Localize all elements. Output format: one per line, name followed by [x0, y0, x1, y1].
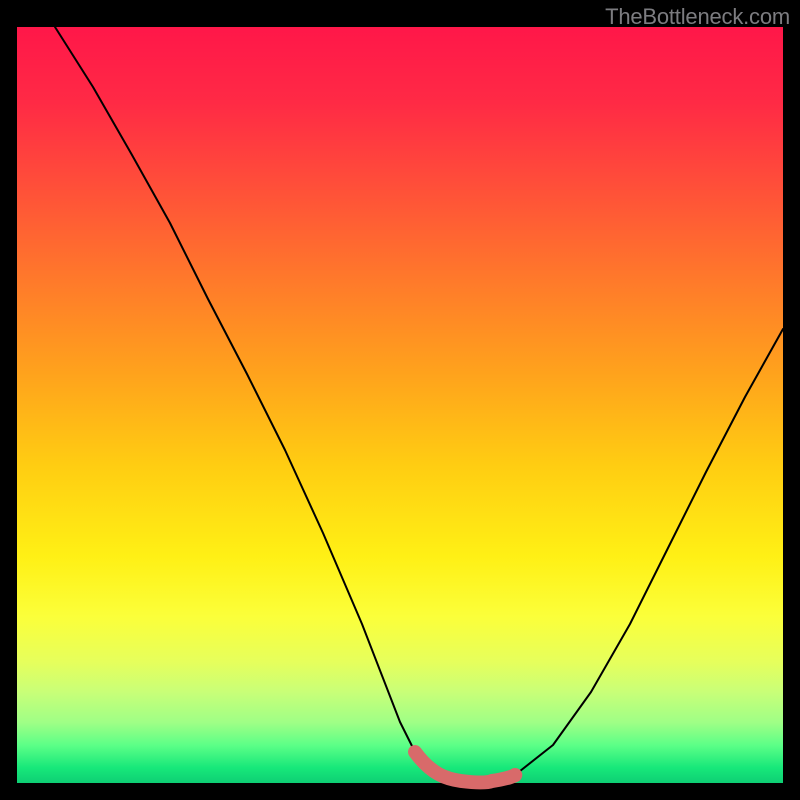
plot-area	[17, 27, 783, 783]
chart-frame: TheBottleneck.com	[0, 0, 800, 800]
optimal-region-highlight	[415, 752, 515, 783]
watermark-text: TheBottleneck.com	[605, 4, 790, 30]
curve-layer	[17, 27, 783, 783]
bottleneck-curve	[55, 27, 783, 783]
